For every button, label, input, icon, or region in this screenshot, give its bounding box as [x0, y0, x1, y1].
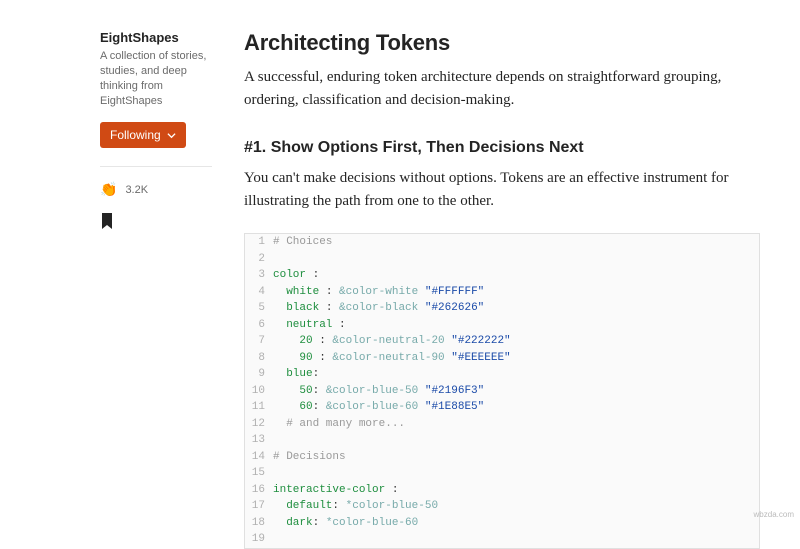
code-content: color : — [273, 267, 319, 284]
follow-label: Following — [110, 128, 161, 142]
code-line: 17 default: *color-blue-50 — [245, 498, 759, 515]
code-content: 20 : &color-neutral-20 "#222222" — [273, 333, 511, 350]
line-number: 5 — [245, 300, 273, 317]
line-number: 2 — [245, 251, 273, 268]
code-line: 5 black : &color-black "#262626" — [245, 300, 759, 317]
publication-name[interactable]: EightShapes — [100, 30, 212, 45]
code-line: 14# Decisions — [245, 449, 759, 466]
code-content: black : &color-black "#262626" — [273, 300, 484, 317]
line-number: 13 — [245, 432, 273, 449]
code-content: 90 : &color-neutral-90 "#EEEEEE" — [273, 350, 511, 367]
line-number: 16 — [245, 482, 273, 499]
line-number: 7 — [245, 333, 273, 350]
line-number: 1 — [245, 234, 273, 251]
code-line: 11 60: &color-blue-60 "#1E88E5" — [245, 399, 759, 416]
watermark: wbzda.com — [754, 510, 794, 519]
line-number: 17 — [245, 498, 273, 515]
code-line: 9 blue: — [245, 366, 759, 383]
code-content: white : &color-white "#FFFFFF" — [273, 284, 484, 301]
divider — [100, 166, 212, 167]
code-line: 16interactive-color : — [245, 482, 759, 499]
bookmark-icon — [100, 212, 114, 230]
code-line: 15 — [245, 465, 759, 482]
code-line: 4 white : &color-white "#FFFFFF" — [245, 284, 759, 301]
line-number: 12 — [245, 416, 273, 433]
clap-icon: 👏 — [100, 181, 117, 198]
clap-row[interactable]: 👏 3.2K — [100, 181, 212, 198]
code-line: 13 — [245, 432, 759, 449]
article-title: Architecting Tokens — [244, 30, 760, 56]
code-content: # and many more... — [273, 416, 405, 433]
line-number: 6 — [245, 317, 273, 334]
code-line: 12 # and many more... — [245, 416, 759, 433]
code-line: 19 — [245, 531, 759, 548]
code-line: 8 90 : &color-neutral-90 "#EEEEEE" — [245, 350, 759, 367]
code-content: neutral : — [273, 317, 346, 334]
code-line: 6 neutral : — [245, 317, 759, 334]
section-body: You can't make decisions without options… — [244, 167, 760, 214]
line-number: 4 — [245, 284, 273, 301]
code-content: blue: — [273, 366, 319, 383]
code-content: default: *color-blue-50 — [273, 498, 438, 515]
line-number: 10 — [245, 383, 273, 400]
article-main: Architecting Tokens A successful, enduri… — [244, 30, 760, 549]
line-number: 15 — [245, 465, 273, 482]
publication-description: A collection of stories, studies, and de… — [100, 49, 212, 108]
line-number: 14 — [245, 449, 273, 466]
line-number: 9 — [245, 366, 273, 383]
code-block: 1# Choices23color :4 white : &color-whit… — [244, 233, 760, 549]
code-content: 50: &color-blue-50 "#2196F3" — [273, 383, 484, 400]
line-number: 3 — [245, 267, 273, 284]
code-line: 3color : — [245, 267, 759, 284]
line-number: 8 — [245, 350, 273, 367]
line-number: 19 — [245, 531, 273, 548]
sidebar: EightShapes A collection of stories, stu… — [100, 30, 212, 549]
code-content: # Decisions — [273, 449, 346, 466]
code-content: # Choices — [273, 234, 332, 251]
code-content: 60: &color-blue-60 "#1E88E5" — [273, 399, 484, 416]
code-line: 2 — [245, 251, 759, 268]
code-line: 7 20 : &color-neutral-20 "#222222" — [245, 333, 759, 350]
article-lede: A successful, enduring token architectur… — [244, 66, 760, 113]
line-number: 11 — [245, 399, 273, 416]
code-line: 10 50: &color-blue-50 "#2196F3" — [245, 383, 759, 400]
clap-count: 3.2K — [125, 184, 148, 196]
bookmark-button[interactable] — [100, 212, 212, 235]
code-line: 1# Choices — [245, 234, 759, 251]
chevron-down-icon — [167, 131, 176, 140]
code-content: interactive-color : — [273, 482, 398, 499]
follow-button[interactable]: Following — [100, 122, 186, 148]
section-heading: #1. Show Options First, Then Decisions N… — [244, 139, 760, 157]
